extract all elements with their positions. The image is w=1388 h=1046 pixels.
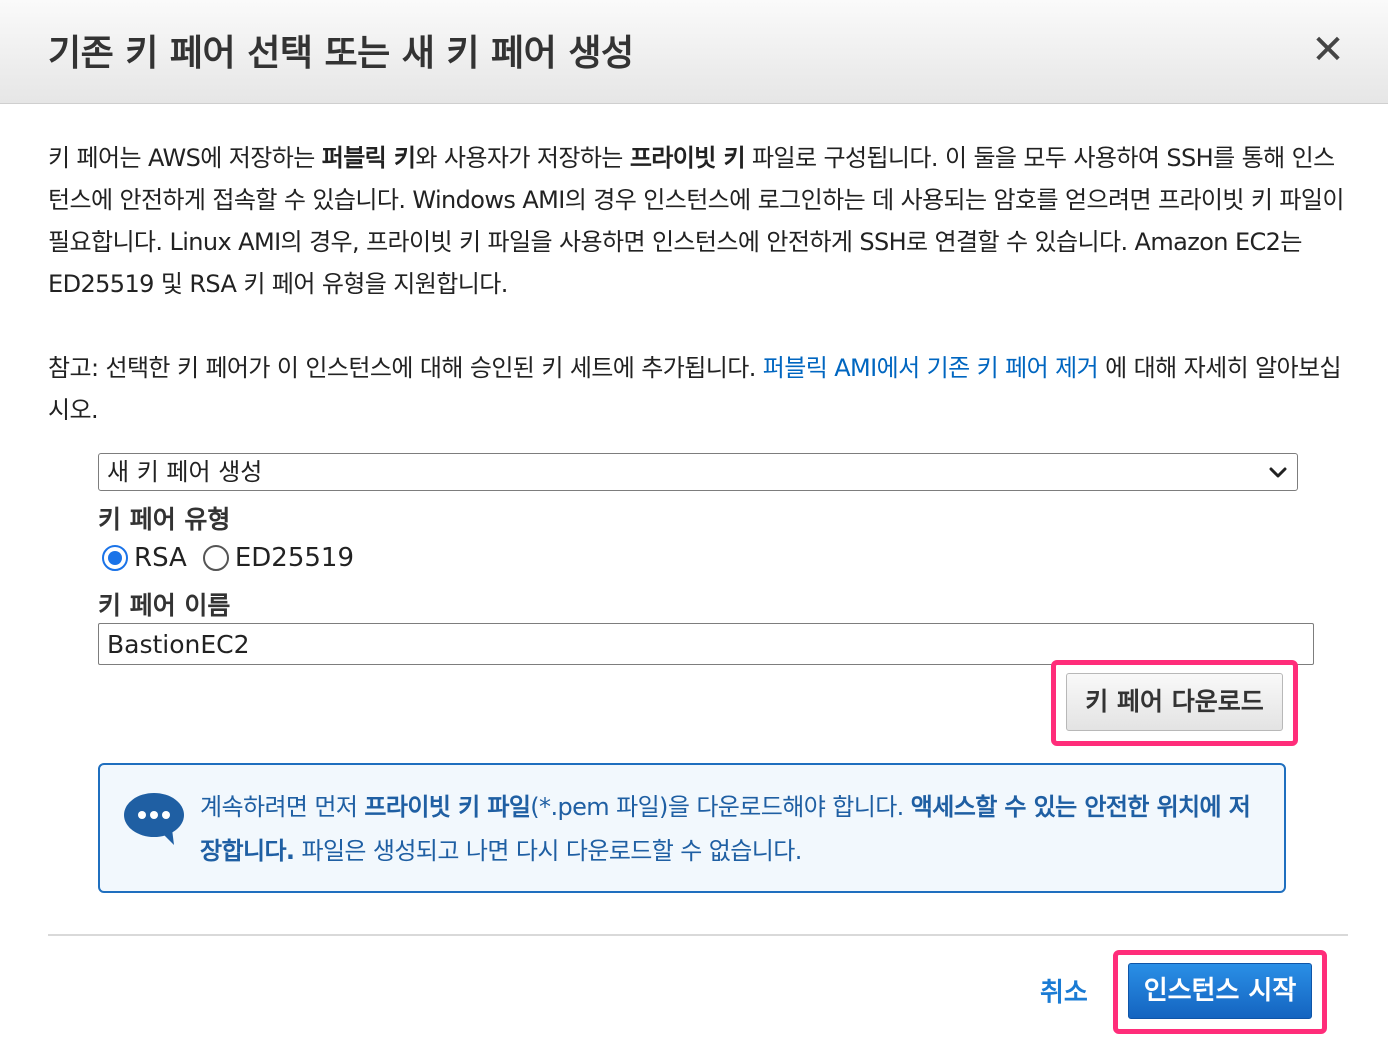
close-icon[interactable]: ✕ [1306,28,1350,72]
key-name-input[interactable] [98,623,1314,665]
dialog-header: 기존 키 페어 선택 또는 새 키 페어 생성 ✕ [0,0,1388,104]
chevron-down-icon [1269,467,1287,478]
cancel-button[interactable]: 취소 [1040,972,1088,1009]
download-key-pair-button[interactable]: 키 페어 다운로드 [1066,673,1283,731]
radio-ed25519[interactable] [202,545,229,571]
remove-key-pair-link[interactable]: 퍼블릭 AMI에서 기존 키 페어 제거 [763,354,1099,382]
key-pair-description: 키 페어는 AWS에 저장하는 퍼블릭 키와 사용자가 저장하는 프라이빗 키 … [48,144,1344,298]
key-type-radio-group: RSA ED25519 [102,541,370,575]
speech-bubble-icon [124,793,184,845]
note-text: 참고: 선택한 키 페어가 이 인스턴스에 대해 승인된 키 세트에 추가됩니다… [48,354,1342,424]
radio-rsa-label: RSA [134,543,187,573]
footer-divider [48,934,1348,936]
radio-ed25519-label: ED25519 [234,543,355,573]
key-pair-select[interactable]: 새 키 페어 생성 [98,453,1298,491]
dialog-title: 기존 키 페어 선택 또는 새 키 페어 생성 [48,33,634,74]
key-pair-select-value: 새 키 페어 생성 [107,458,263,486]
key-type-label: 키 페어 유형 [98,505,231,534]
radio-rsa[interactable] [102,545,128,571]
key-name-label: 키 페어 이름 [98,591,231,620]
info-alert: 계속하려면 먼저 프라이빗 키 파일(*.pem 파일)을 다운로드해야 합니다… [98,763,1286,893]
info-alert-text: 계속하려면 먼저 프라이빗 키 파일(*.pem 파일)을 다운로드해야 합니다… [200,793,1251,865]
launch-instance-button[interactable]: 인스턴스 시작 [1128,963,1312,1019]
